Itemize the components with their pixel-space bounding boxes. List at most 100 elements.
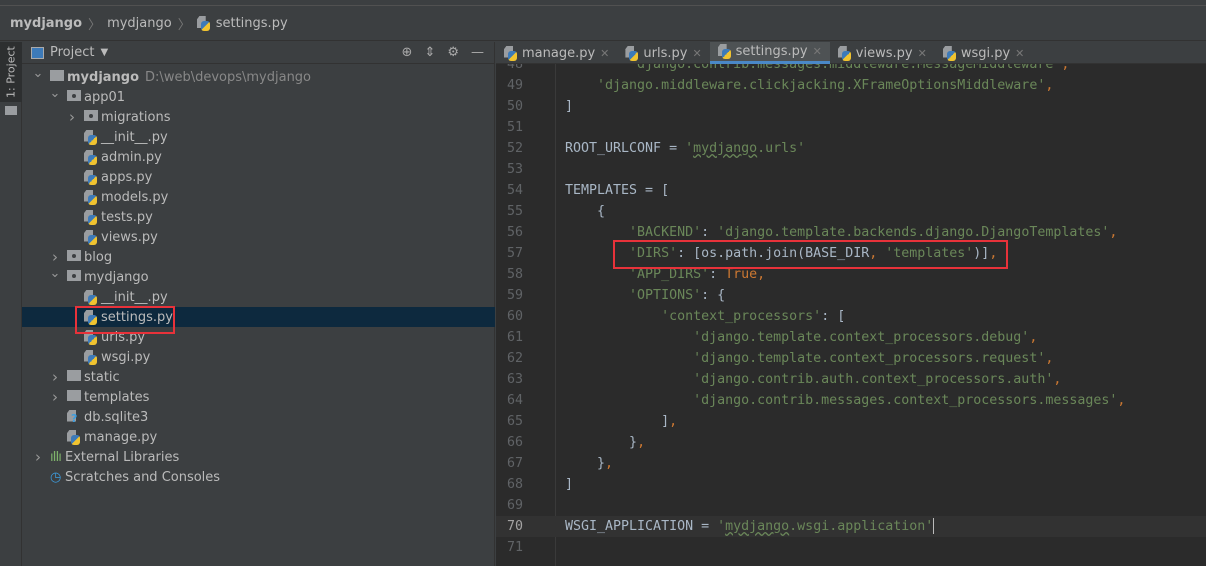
line-number: 52 xyxy=(506,141,523,156)
chevron-right-icon[interactable]: › xyxy=(32,448,44,466)
tree-item[interactable]: ⌄ mydjango xyxy=(22,266,495,287)
tree-item[interactable]: __init__.py xyxy=(22,287,495,307)
close-icon[interactable]: ✕ xyxy=(1015,47,1024,60)
project-tool-window-button[interactable]: 1: Project xyxy=(0,42,22,102)
python-file-icon xyxy=(84,130,97,145)
close-icon[interactable]: ✕ xyxy=(813,45,822,58)
tree-item-text: manage.py xyxy=(84,429,158,445)
breadcrumb-folder[interactable]: mydjango xyxy=(107,16,172,31)
tree-item[interactable]: › templates xyxy=(22,387,495,407)
editor: manage.py ✕ urls.py ✕ settings.py ✕ views.py ✕ w… xyxy=(496,42,1206,566)
tree-item[interactable]: db.sqlite3 xyxy=(22,407,495,427)
line-number: 66 xyxy=(506,435,523,450)
tree-item-text: wsgi.py xyxy=(101,349,151,365)
code-token: } xyxy=(565,435,638,450)
code-token: : xyxy=(709,267,726,282)
code-line: 49 'django.middleware.clickjacking.XFram… xyxy=(496,75,1206,96)
close-icon[interactable]: ✕ xyxy=(600,47,609,60)
code-text: { xyxy=(565,201,605,222)
python-file-icon xyxy=(625,46,639,61)
code-token: , xyxy=(1117,393,1126,408)
editor-tab[interactable]: wsgi.py ✕ xyxy=(935,42,1033,64)
editor-tab[interactable]: urls.py ✕ xyxy=(617,42,709,64)
tree-item[interactable]: apps.py xyxy=(22,167,495,187)
tree-item[interactable]: models.py xyxy=(22,187,495,207)
folder-icon xyxy=(5,106,17,115)
collapse-all-icon[interactable]: ⇕ xyxy=(424,45,435,60)
project-path: D:\web\devops\mydjango xyxy=(145,69,312,85)
chevron-right-icon[interactable]: › xyxy=(49,388,61,406)
code-text: 'django.template.context_processors.debu… xyxy=(565,327,1037,348)
tree-item[interactable]: › static xyxy=(22,367,495,387)
code-token: ] xyxy=(565,99,574,114)
editor-tab[interactable]: views.py ✕ xyxy=(830,42,935,64)
tree-item[interactable]: views.py xyxy=(22,227,495,247)
tree-item-label: templates xyxy=(84,390,149,405)
code-area[interactable]: 48 'django.contrib.messages.middleware.M… xyxy=(496,64,1206,566)
tree-item[interactable]: › blog xyxy=(22,247,495,267)
editor-tab[interactable]: manage.py ✕ xyxy=(496,42,617,64)
breadcrumb-project[interactable]: mydjango xyxy=(10,16,82,31)
locate-file-icon[interactable]: ⊕ xyxy=(402,45,413,60)
gear-icon[interactable]: ⚙ xyxy=(447,45,459,60)
chevron-down-icon[interactable]: ⌄ xyxy=(49,86,61,101)
code-token: } xyxy=(565,456,606,471)
code-token: mydjango xyxy=(725,519,790,534)
editor-tab[interactable]: settings.py ✕ xyxy=(709,42,830,64)
tree-item[interactable]: admin.py xyxy=(22,147,495,167)
tree-item[interactable]: ⌄ mydjango D:\web\devops\mydjango xyxy=(22,66,495,87)
tree-item-label: db.sqlite3 xyxy=(84,410,148,425)
library-icon: ıIIı xyxy=(50,449,62,465)
code-token: True xyxy=(725,267,758,282)
tree-item[interactable]: tests.py xyxy=(22,207,495,227)
code-line: 64 'django.contrib.messages.context_proc… xyxy=(496,390,1206,411)
chevron-down-icon[interactable]: ⌄ xyxy=(49,266,61,281)
tree-item[interactable]: › migrations xyxy=(22,107,495,127)
tree-item[interactable]: __init__.py xyxy=(22,127,495,147)
tree-item[interactable]: › ıIIı External Libraries xyxy=(22,447,495,467)
tree-item[interactable]: wsgi.py xyxy=(22,347,495,367)
code-line: 63 'django.contrib.auth.context_processo… xyxy=(496,369,1206,390)
hide-panel-icon[interactable]: — xyxy=(471,45,484,60)
tree-item[interactable]: ⌄ app01 xyxy=(22,86,495,107)
code-token: , xyxy=(1061,64,1070,72)
chevron-down-icon[interactable]: ⌄ xyxy=(32,66,44,81)
tree-item-label: __init__.py xyxy=(101,290,168,305)
code-token: 'django.contrib.messages.middleware.Mess… xyxy=(565,64,1062,72)
python-file-icon xyxy=(84,190,97,205)
python-file-icon xyxy=(718,44,731,59)
code-text: 'django.template.context_processors.requ… xyxy=(565,348,1053,369)
code-token: 'context_processors' xyxy=(565,309,822,324)
python-file-icon xyxy=(84,150,97,165)
tree-item-text: migrations xyxy=(101,109,171,125)
chevron-down-icon[interactable]: ▼ xyxy=(100,47,108,58)
code-text: TEMPLATES = [ xyxy=(565,180,669,201)
code-line: 69 xyxy=(496,495,1206,516)
tree-item-label: migrations xyxy=(101,110,171,125)
folder-icon xyxy=(67,249,81,265)
tree-item-text: db.sqlite3 xyxy=(84,409,149,425)
close-icon[interactable]: ✕ xyxy=(692,47,701,60)
breadcrumb: mydjango 〉 mydjango 〉 settings.py xyxy=(0,7,1206,41)
line-number: 63 xyxy=(506,372,523,387)
tree-item[interactable]: manage.py xyxy=(22,427,495,447)
code-token: 'django.middleware.clickjacking.XFrameOp… xyxy=(565,78,1046,93)
code-text: ] xyxy=(565,96,573,117)
project-view-selector[interactable]: Project xyxy=(50,45,94,60)
line-number: 65 xyxy=(506,414,523,429)
tree-item-label: tests.py xyxy=(101,210,153,225)
chevron-right-icon[interactable]: › xyxy=(66,108,78,126)
code-line: 62 'django.template.context_processors.r… xyxy=(496,348,1206,369)
folder-icon xyxy=(67,269,81,285)
tree-item[interactable]: ◷ Scratches and Consoles xyxy=(22,467,495,487)
chevron-right-icon[interactable]: › xyxy=(49,368,61,386)
folder-icon xyxy=(84,109,98,125)
code-token: .wsgi.application' xyxy=(789,519,934,534)
chevron-right-icon[interactable]: › xyxy=(49,248,61,266)
code-text: }, xyxy=(565,453,613,474)
code-text: }, xyxy=(565,432,645,453)
breadcrumb-file[interactable]: settings.py xyxy=(216,16,288,31)
close-icon[interactable]: ✕ xyxy=(918,47,927,60)
code-token: TEMPLATES = [ xyxy=(565,183,670,198)
python-file-icon xyxy=(84,350,97,365)
